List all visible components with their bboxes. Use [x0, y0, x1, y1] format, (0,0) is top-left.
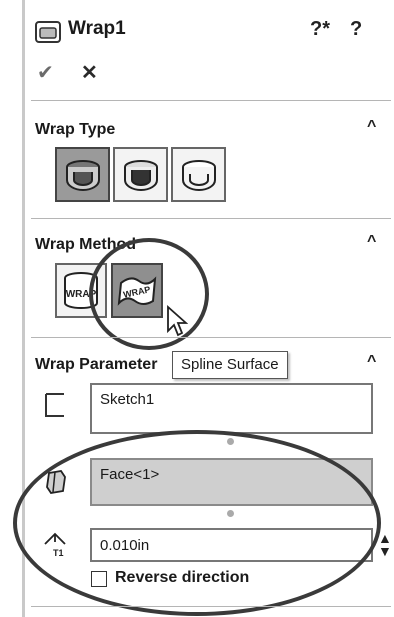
spline-surface-method-button[interactable]: WRAP	[111, 263, 163, 318]
wrap-method-collapse-icon[interactable]: ^	[367, 233, 376, 251]
feature-title: Wrap1	[68, 18, 126, 39]
face-selection-box[interactable]: Face<1>	[90, 458, 373, 506]
divider	[31, 100, 391, 101]
deboss-icon	[123, 159, 158, 191]
spline-surface-tooltip: Spline Surface	[172, 351, 288, 379]
cylinder-wrap-icon: WRAP	[64, 271, 98, 309]
divider	[31, 606, 391, 607]
face-icon	[46, 470, 66, 494]
wrap-type-title: Wrap Type	[35, 121, 116, 138]
wrap-feature-icon	[35, 21, 61, 43]
wrap-text-label: WRAP	[66, 289, 97, 300]
wrap-method-title: Wrap Method	[35, 236, 137, 253]
face-value: Face<1>	[100, 466, 160, 483]
thickness-input[interactable]: 0.010in	[90, 528, 373, 562]
thickness-stepper[interactable]: ▲ ▼	[378, 531, 392, 558]
sketch-selection-box[interactable]: Sketch1	[90, 383, 373, 434]
help-icon[interactable]: ?	[350, 18, 362, 41]
emboss-icon	[65, 159, 100, 191]
resize-handle[interactable]	[227, 438, 234, 445]
wrap-type-collapse-icon[interactable]: ^	[367, 118, 376, 136]
spline-surface-icon: WRAP	[117, 275, 157, 306]
whats-wrong-help-icon[interactable]: ?*	[310, 18, 330, 41]
ok-icon[interactable]: ✔	[37, 60, 54, 85]
svg-text:T1: T1	[53, 548, 64, 558]
scribe-icon	[181, 159, 216, 191]
divider	[31, 337, 391, 338]
reverse-direction-checkbox[interactable]	[91, 571, 107, 587]
reverse-direction-label: Reverse direction	[115, 569, 250, 586]
emboss-type-button[interactable]	[55, 147, 110, 202]
scribe-type-button[interactable]	[171, 147, 226, 202]
sketch-icon	[45, 393, 64, 417]
resize-handle[interactable]	[227, 510, 234, 517]
divider	[31, 218, 391, 219]
mouse-cursor-icon	[167, 305, 188, 337]
analytical-method-button[interactable]: WRAP	[55, 263, 107, 318]
property-manager-panel: Wrap1 ?* ? ✔ ✕ Wrap Type ^ Wrap Method ^	[13, 0, 394, 617]
thickness-value: 0.010in	[100, 537, 150, 554]
wrap-parameters-title: Wrap Parameter	[35, 356, 158, 373]
wrap-parameters-collapse-icon[interactable]: ^	[367, 353, 376, 371]
deboss-type-button[interactable]	[113, 147, 168, 202]
thickness-icon: T1	[44, 532, 66, 558]
cancel-icon[interactable]: ✕	[81, 60, 98, 85]
left-edge	[0, 0, 22, 617]
sketch-value: Sketch1	[100, 391, 155, 408]
